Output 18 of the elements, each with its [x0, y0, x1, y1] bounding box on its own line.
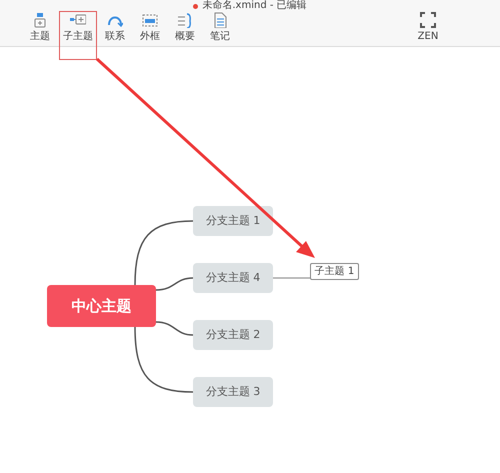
zen-button[interactable]: ZEN [412, 12, 444, 43]
window-title: 未命名.xmind - 已编辑 [202, 0, 307, 12]
note-icon [212, 12, 228, 28]
topic-button[interactable]: 主题 [24, 12, 56, 43]
branch-topic[interactable]: 分支主题 1 [193, 206, 273, 236]
topic-icon [32, 12, 48, 28]
note-button[interactable]: 笔记 [204, 12, 236, 43]
boundary-button[interactable]: 外框 [134, 12, 166, 43]
branch-topic[interactable]: 分支主题 2 [193, 320, 273, 350]
relation-button[interactable]: 联系 [99, 12, 131, 43]
boundary-icon [142, 12, 158, 28]
summary-icon [177, 12, 193, 28]
branch-topic[interactable]: 分支主题 4 [193, 263, 273, 293]
summary-button[interactable]: 概要 [169, 12, 201, 43]
subtopic[interactable]: 子主题 1 [310, 263, 359, 280]
subtopic-button[interactable]: 子主题 [60, 12, 96, 59]
branch-topic[interactable]: 分支主题 3 [193, 377, 273, 407]
fullscreen-icon [420, 12, 436, 28]
